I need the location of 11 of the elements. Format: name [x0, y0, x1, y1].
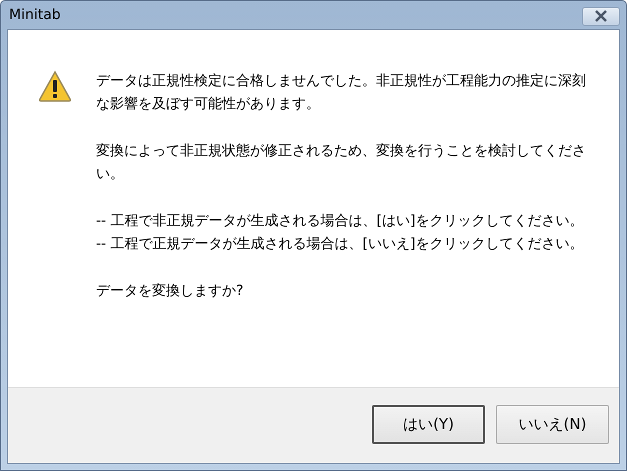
message-text: データは正規性検定に合格しませんでした。非正規性が工程能力の推定に深刻な影響を及ぼす可能性があります。 [96, 72, 587, 114]
dialog-button[interactable]: いいえ(N) [496, 405, 609, 444]
close-icon [594, 10, 608, 22]
close-button[interactable] [582, 6, 620, 26]
message-text: データを変換しますか? [96, 282, 244, 301]
message-text: -- 工程で正規データが生成される場合は、[いいえ]をクリックしてください。 [96, 235, 584, 254]
message-text: 変換によって非正規状態が修正されるため、変換を行うことを検討してください。 [96, 142, 587, 184]
window-title: Minitab [8, 6, 61, 24]
warning-icon [38, 70, 72, 102]
dialog-button[interactable]: はい(Y) [372, 405, 485, 444]
message-text: -- 工程で非正規データが生成される場合は、[はい]をクリックしてください。 [96, 212, 584, 231]
